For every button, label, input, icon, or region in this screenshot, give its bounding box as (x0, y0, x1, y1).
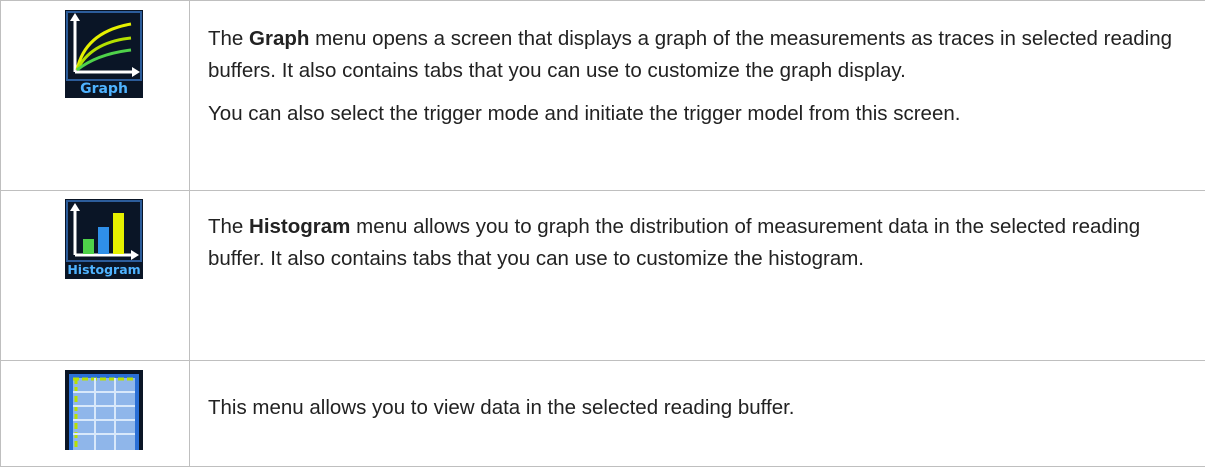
paragraph: The Graph menu opens a screen that displ… (208, 23, 1191, 87)
menu-description-table: Graph The Graph menu opens a screen that… (0, 0, 1205, 467)
table-row-histogram: Histogram The Histogram menu allows you … (1, 191, 1205, 361)
description-cell: The Histogram menu allows you to graph t… (190, 191, 1205, 361)
icon-cell (1, 361, 190, 467)
paragraph: This menu allows you to view data in the… (208, 392, 1191, 424)
graph-icon: Graph (65, 10, 143, 98)
paragraph: The Histogram menu allows you to graph t… (208, 211, 1191, 275)
histogram-icon-label: Histogram (65, 262, 143, 278)
description-cell: This menu allows you to view data in the… (190, 361, 1205, 467)
histogram-icon: Histogram (65, 199, 143, 279)
menu-name: Histogram (249, 215, 350, 238)
paragraph: You can also select the trigger mode and… (208, 98, 1191, 130)
table-row-reading-table: This menu allows you to view data in the… (1, 361, 1205, 467)
icon-cell: Graph (1, 1, 190, 191)
menu-name: Graph (249, 27, 309, 50)
icon-cell: Histogram (1, 191, 190, 361)
table-row-graph: Graph The Graph menu opens a screen that… (1, 1, 1205, 191)
description-cell: The Graph menu opens a screen that displ… (190, 1, 1205, 191)
graph-icon-label: Graph (65, 81, 143, 97)
reading-table-icon (65, 370, 143, 450)
